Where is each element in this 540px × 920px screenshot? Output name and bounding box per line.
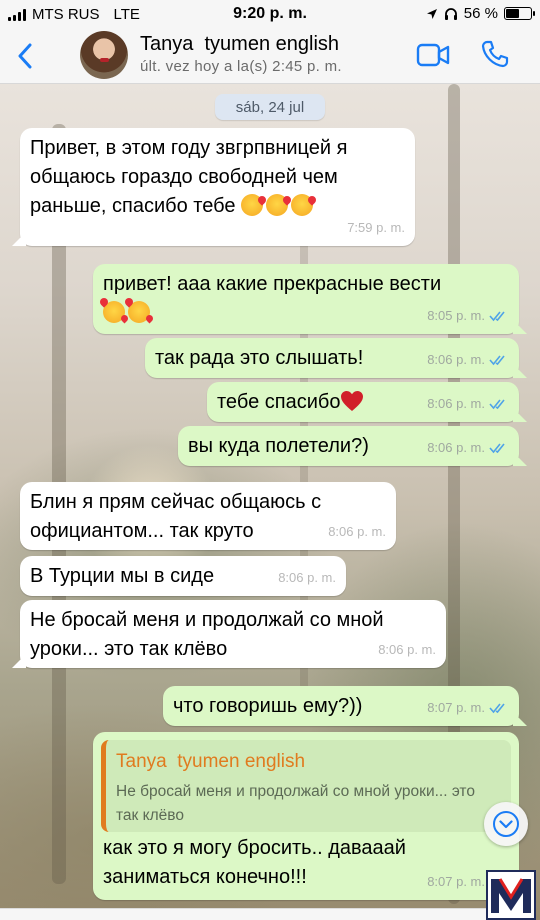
date-separator: sáb, 24 jul: [215, 94, 325, 120]
read-ticks-icon: [489, 442, 505, 453]
quoted-author: Tanya tyumen english: [116, 751, 306, 772]
outgoing-reply-message[interactable]: Tanya tyumen english Не бросай меня и пр…: [93, 732, 519, 900]
video-call-icon: [416, 43, 450, 67]
kissing-face-icon: [241, 194, 264, 216]
kissing-face-icon: [266, 194, 289, 216]
message-time: 8:06 p. m.: [427, 440, 485, 455]
message-time: 8:05 p. m.: [427, 308, 485, 323]
m-logo-icon: [491, 878, 531, 913]
message-time: 8:06 p. m.: [427, 352, 485, 367]
location-icon: [426, 8, 437, 19]
message-time: 7:59 p. m.: [347, 220, 405, 235]
chevron-down-icon: [493, 811, 519, 837]
smiling-face-with-hearts-icon: [103, 301, 125, 323]
outgoing-message[interactable]: что говоришь ему?)) 8:07 p. m.: [163, 686, 527, 726]
message-time: 8:07 p. m.: [427, 874, 485, 889]
quoted-text: Не бросай меня и продолжай со мной уроки…: [116, 783, 475, 824]
read-ticks-icon: [489, 702, 505, 713]
status-left: MTS RUS LTE: [8, 6, 140, 23]
message-time: 8:06 p. m.: [378, 642, 436, 657]
message-text: Блин я прям сейчас общаюсь с официантом.…: [30, 491, 327, 542]
read-ticks-icon: [489, 398, 505, 409]
battery-percent: 56 %: [463, 5, 498, 22]
video-call-button[interactable]: [416, 42, 450, 68]
message-text: вы куда полетели?): [188, 435, 369, 457]
outgoing-message[interactable]: вы куда полетели?) 8:06 p. m.: [178, 426, 527, 466]
message-text: как это я могу бросить.. давааай занимат…: [103, 837, 412, 888]
message-text: Не бросай меня и продолжай со мной уроки…: [30, 609, 390, 660]
last-seen-status: últ. vez hoy a la(s) 2:45 p. m.: [140, 58, 342, 75]
message-text: что говоришь ему?)): [173, 695, 363, 717]
message-text: так рада это слышать!: [155, 347, 364, 369]
smiling-face-with-hearts-icon: [128, 301, 150, 323]
message-input-bar[interactable]: [0, 908, 486, 920]
phone-icon: [481, 40, 509, 68]
red-heart-icon: [341, 391, 364, 411]
message-text: привет! ааа какие прекрасные вести: [103, 273, 442, 295]
signal-icon: [8, 8, 26, 21]
outgoing-message[interactable]: так рада это слышать! 8:06 p. m.: [145, 338, 527, 378]
watermark-logo: [486, 870, 536, 920]
back-button[interactable]: [10, 38, 40, 74]
headphones-icon: [444, 8, 457, 20]
chat-header: Tanya tyumen english últ. vez hoy a la(s…: [0, 28, 540, 84]
incoming-message[interactable]: В Турции мы в сиде 8:06 p. m.: [20, 556, 346, 596]
status-right: 56 %: [426, 5, 535, 22]
chevron-left-icon: [18, 43, 32, 69]
contact-avatar[interactable]: [80, 31, 128, 79]
incoming-message[interactable]: Не бросай меня и продолжай со мной уроки…: [12, 600, 446, 668]
read-ticks-icon: [489, 310, 505, 321]
outgoing-message[interactable]: привет! ааа какие прекрасные вести 8:05 …: [93, 264, 527, 334]
message-time: 8:06 p. m.: [278, 570, 336, 585]
message-text: В Турции мы в сиде: [30, 565, 215, 587]
incoming-message[interactable]: Блин я прям сейчас общаюсь с официантом.…: [20, 482, 396, 550]
voice-call-button[interactable]: [480, 39, 510, 69]
battery-icon: [504, 7, 535, 20]
carrier-name: MTS RUS: [32, 6, 100, 23]
contact-name[interactable]: Tanya tyumen english: [140, 33, 339, 56]
message-time: 8:06 p. m.: [328, 524, 386, 539]
quoted-message[interactable]: Tanya tyumen english Не бросай меня и пр…: [101, 740, 511, 832]
read-ticks-icon: [489, 354, 505, 365]
message-list[interactable]: sáb, 24 jul Привет, в этом году звгрпвни…: [0, 84, 540, 920]
status-bar: MTS RUS LTE 9:20 p. m. 56 %: [0, 0, 540, 28]
network-type: LTE: [113, 6, 140, 23]
outgoing-message[interactable]: тебе спасибо 8:06 p. m.: [207, 382, 527, 422]
incoming-message[interactable]: Привет, в этом году звгрпвницей я общаюс…: [12, 128, 415, 246]
message-time: 8:06 p. m.: [427, 396, 485, 411]
message-time: 8:07 p. m.: [427, 700, 485, 715]
message-text: тебе спасибо: [217, 391, 341, 413]
scroll-to-bottom-button[interactable]: [484, 802, 528, 846]
kissing-face-icon: [291, 194, 314, 216]
